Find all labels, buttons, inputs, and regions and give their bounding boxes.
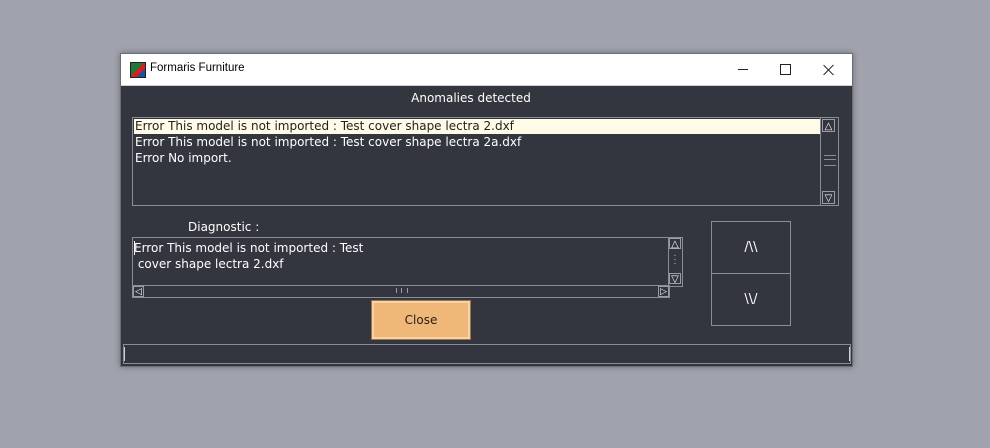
anomalies-heading: Anomalies detected	[411, 91, 531, 105]
maximize-button[interactable]	[763, 54, 807, 85]
list-item[interactable]: Error This model is not imported : Test …	[134, 135, 821, 150]
anomalies-list-scrollbar[interactable]: △ ▽	[820, 117, 839, 206]
app-logo-icon	[130, 62, 146, 78]
status-divider	[124, 347, 125, 361]
window-title: Formaris Furniture	[150, 62, 245, 74]
maximize-icon	[779, 64, 791, 75]
diagnostic-horizontal-scrollbar[interactable]: ◁ ▷	[132, 285, 670, 298]
diagnostic-line: Error This model is not imported : Test	[134, 241, 364, 255]
previous-anomaly-button[interactable]: /\\	[712, 222, 790, 274]
diagnostic-label: Diagnostic :	[188, 220, 260, 234]
scroll-grip-icon[interactable]: · · ·	[672, 253, 678, 268]
title-bar[interactable]: Formaris Furniture	[121, 54, 852, 86]
close-button[interactable]: Close	[371, 300, 471, 340]
diagnostic-text[interactable]: Error This model is not imported : Test …	[132, 237, 669, 287]
navigation-buttons: /\\ \\/	[711, 221, 791, 326]
scroll-down-icon[interactable]: ▽	[669, 273, 681, 285]
diagnostic-line: cover shape lectra 2.dxf	[134, 257, 284, 271]
status-bar	[123, 344, 851, 364]
scroll-grip-icon[interactable]	[396, 288, 408, 293]
text-caret	[134, 241, 135, 255]
scroll-grip-icon[interactable]	[824, 155, 836, 166]
anomalies-dialog: Formaris Furniture Anomalies detected Er…	[120, 53, 853, 367]
next-anomaly-button[interactable]: \\/	[712, 274, 790, 325]
window-close-button[interactable]	[807, 54, 851, 85]
minimize-button[interactable]	[721, 54, 765, 85]
scroll-down-icon[interactable]: ▽	[822, 191, 835, 204]
list-item[interactable]: Error No import.	[134, 151, 821, 166]
anomalies-list[interactable]: Error This model is not imported : Test …	[132, 117, 821, 206]
diagnostic-vertical-scrollbar[interactable]: △ · · · ▽	[668, 237, 683, 287]
minimize-icon	[738, 69, 748, 70]
scroll-up-icon[interactable]: △	[669, 238, 681, 250]
close-icon	[823, 64, 835, 76]
status-divider	[849, 347, 850, 361]
scroll-right-icon[interactable]: ▷	[658, 286, 669, 297]
scroll-up-icon[interactable]: △	[822, 119, 835, 132]
scroll-left-icon[interactable]: ◁	[133, 286, 144, 297]
list-item[interactable]: Error This model is not imported : Test …	[134, 119, 821, 134]
